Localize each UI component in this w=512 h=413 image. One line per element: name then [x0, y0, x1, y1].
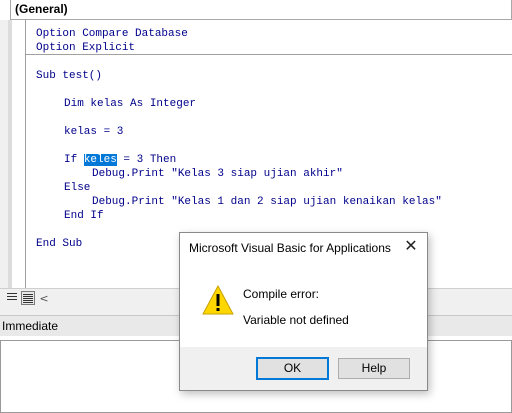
code-line: Sub test() [36, 69, 102, 83]
code-line-text: Debug.Print "Kelas 3 siap ujian akhir" [92, 168, 343, 180]
code-line: kelas = 3 [64, 125, 123, 139]
immediate-title: Immediate [2, 319, 59, 333]
full-module-view-icon[interactable] [21, 291, 35, 305]
code-line: End Sub [36, 237, 82, 251]
compile-error-dialog: Microsoft Visual Basic for Applications … [179, 232, 428, 391]
code-line-text: Dim kelas As Integer [64, 98, 197, 110]
object-combo-value: (General) [15, 2, 68, 16]
window-left-edge [0, 20, 8, 308]
procedure-view-icon[interactable] [5, 291, 19, 305]
code-line: End If [64, 209, 104, 223]
code-line: Option Compare Database [36, 27, 188, 41]
error-heading: Compile error: [243, 287, 320, 301]
code-if-keyword: If [64, 154, 84, 166]
error-detail: Variable not defined [243, 313, 349, 327]
code-line-text: kelas = 3 [64, 126, 124, 138]
ok-button[interactable]: OK [256, 357, 329, 380]
code-line-text: Option Compare Database [36, 28, 188, 40]
code-line-text: Debug.Print "Kelas 1 dan 2 siap ujian ke… [92, 196, 442, 208]
code-line-text: Else [64, 182, 91, 194]
code-line-text: Option Explicit [36, 42, 136, 54]
code-line-text: End If [64, 210, 104, 222]
code-line: Debug.Print "Kelas 1 dan 2 siap ujian ke… [92, 195, 442, 209]
help-button[interactable]: Help [338, 358, 410, 379]
dialog-footer: OK Help [180, 347, 427, 390]
warning-icon [202, 285, 234, 315]
code-line-text: End Sub [36, 238, 83, 250]
code-line-text: Sub test() [36, 70, 103, 82]
object-combo-bar: (General) [0, 0, 512, 21]
dialog-title: Microsoft Visual Basic for Applications [189, 241, 391, 255]
code-line: Dim kelas As Integer [64, 97, 196, 111]
code-line: Option Explicit [36, 41, 135, 55]
selected-undefined-variable[interactable]: keles [83, 154, 117, 166]
procedure-view-glyph [7, 293, 17, 300]
chevron-left-icon[interactable]: < [36, 291, 52, 306]
close-icon[interactable]: ✕ [402, 237, 420, 255]
full-module-view-glyph [23, 294, 33, 303]
code-margin[interactable] [12, 20, 26, 288]
code-line: Else [64, 181, 90, 195]
object-combo[interactable]: (General) [10, 0, 512, 20]
code-line-if: If keles = 3 Then [64, 153, 176, 167]
code-line: Debug.Print "Kelas 3 siap ujian akhir" [92, 167, 343, 181]
code-if-rest: = 3 Then [116, 154, 177, 166]
